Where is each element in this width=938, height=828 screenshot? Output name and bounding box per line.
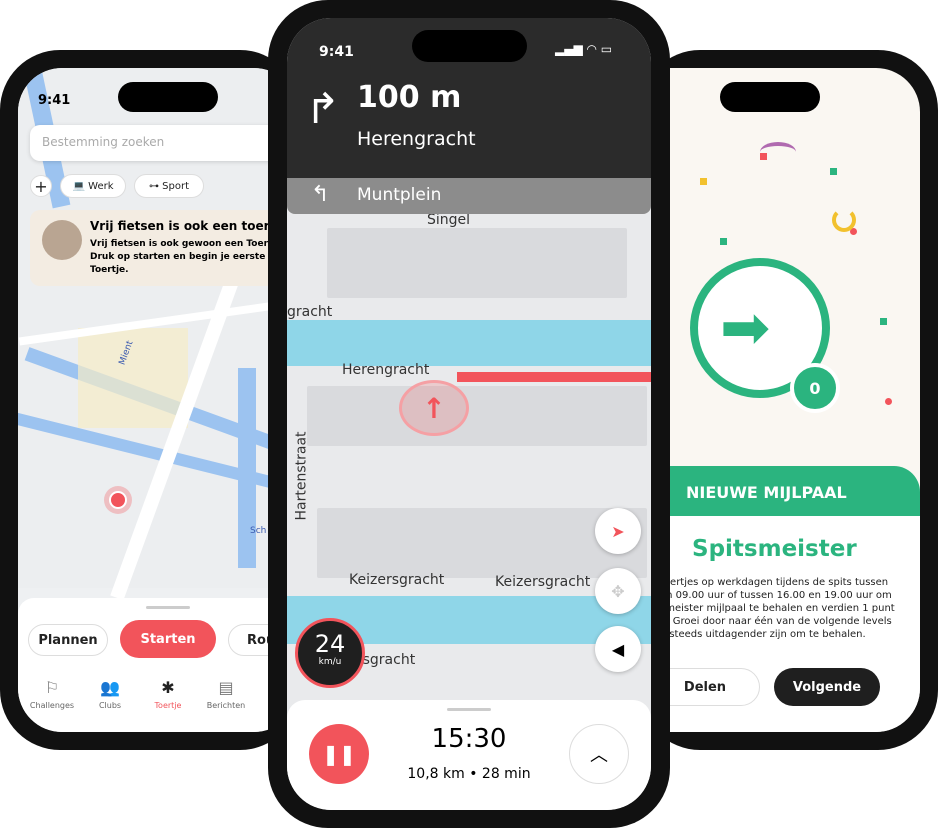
status-time: 9:41 [38,93,71,108]
next-button[interactable]: Volgende [774,668,880,706]
tab-clubs[interactable]: 👥 Clubs [82,678,138,710]
arrow-right-icon: ➡ [720,293,771,363]
speaker-icon: ◀ [611,639,625,659]
map-label: Singel [427,212,471,228]
right-phone: ➡ 0 NIEUWE MIJLPAAL Spitsmeister toertje… [640,50,938,750]
flag-icon: ⚐ [44,678,60,697]
pause-button[interactable]: ❚❚ [309,724,369,784]
dumbbell-icon: ⊶ [148,180,163,192]
notice-card[interactable]: Vrij fietsen is ook een toer Vrij fietse… [30,210,298,286]
add-place-button[interactable]: + [30,175,52,197]
milestone-screen: ➡ 0 NIEUWE MIJLPAAL Spitsmeister toertje… [640,68,920,732]
map-label: Sch [250,526,267,536]
milestone-title: Spitsmeister [692,536,857,562]
status-icons: ▂▄▆ ◠ ▭ [555,42,613,56]
plan-button[interactable]: Plannen [28,624,108,656]
turn-left-icon: ↰ [311,182,330,207]
distance: 100 m [357,80,462,115]
chip-sport[interactable]: ⊶ Sport [134,174,204,198]
move-icon: ✥ [611,581,625,601]
users-icon: 👥 [100,678,120,697]
map-screen: Mient Sch 9:41 Bestemming zoeken + 💻 Wer… [18,68,298,732]
message-icon: ▤ [218,678,234,697]
chip-werk[interactable]: 💻 Werk [60,174,126,198]
turn-right-icon: ↱ [305,84,341,133]
asterisk-icon: ✱ [161,678,175,697]
map[interactable]: Singel gracht Herengracht Hartenstraat K… [287,208,651,708]
navigation-icon: ➤ [611,521,625,541]
notice-body: Vrij fietsen is ook gewoon een Toer Druk… [90,239,269,275]
left-phone: Mient Sch 9:41 Bestemming zoeken + 💻 Wer… [0,50,300,750]
notice-title: Vrij fietsen is ook een toer [90,219,270,233]
drag-handle[interactable] [146,606,190,609]
milestone-body: toertjes op werkdagen tijdens de spits t… [660,577,895,640]
sound-button[interactable]: ◀ [595,626,641,672]
recenter-button[interactable]: ➤ [595,508,641,554]
route-line [457,372,651,382]
map-label: gracht [287,304,333,320]
next-instruction: ↰ Muntplein [287,178,651,214]
laptop-icon: 💻 [72,180,89,192]
drag-handle[interactable] [447,708,491,711]
instruction-header: 9:41 ▂▄▆ ◠ ▭ ↱ 100 m Herengracht [287,18,651,178]
pause-icon: ❚❚ [322,742,356,766]
trip-summary: 10,8 km • 28 min [407,766,531,782]
bottom-sheet: Plannen Starten Rou ⚐ Challenges 👥 Clubs ✱… [18,598,298,732]
start-button[interactable]: Starten [120,620,216,658]
next-street: Muntplein [357,185,442,205]
location-marker [104,486,132,514]
tab-toertje[interactable]: ✱ Toertje [140,678,196,710]
tab-bar: ⚐ Challenges 👥 Clubs ✱ Toertje ▤ Berichten [18,678,298,718]
map-label: Keizersgracht [495,574,591,590]
tab-challenges[interactable]: ⚐ Challenges [24,678,80,710]
tab-berichten[interactable]: ▤ Berichten [198,678,254,710]
badge-count: 0 [790,363,840,413]
expand-button[interactable]: ︿ [569,724,629,784]
search-input[interactable]: Bestemming zoeken [30,125,298,161]
status-time: 9:41 [319,44,354,60]
navigation-screen: 9:41 ▂▄▆ ◠ ▭ ↱ 100 m Herengracht ↰ Muntp… [287,18,651,810]
middle-phone: 9:41 ▂▄▆ ◠ ▭ ↱ 100 m Herengracht ↰ Muntp… [268,0,670,828]
milestone-card: Spitsmeister toertjes op werkdagen tijde… [640,516,920,732]
overview-button[interactable]: ✥ [595,568,641,614]
trip-sheet: ❚❚ 15:30 10,8 km • 28 min ︿ [287,700,651,810]
street-name: Herengracht [357,128,476,150]
eta: 15:30 [431,724,507,754]
chevron-up-icon: ︿ [590,745,608,766]
speedometer: 24 km/u [295,618,365,688]
map-label: Herengracht [342,362,430,378]
map-label: Hartenstraat [293,431,310,521]
avatar [42,220,82,260]
position-arrow-icon: ↑ [399,380,469,436]
plus-icon: + [34,176,48,196]
map-label: Keizersgracht [349,572,445,588]
